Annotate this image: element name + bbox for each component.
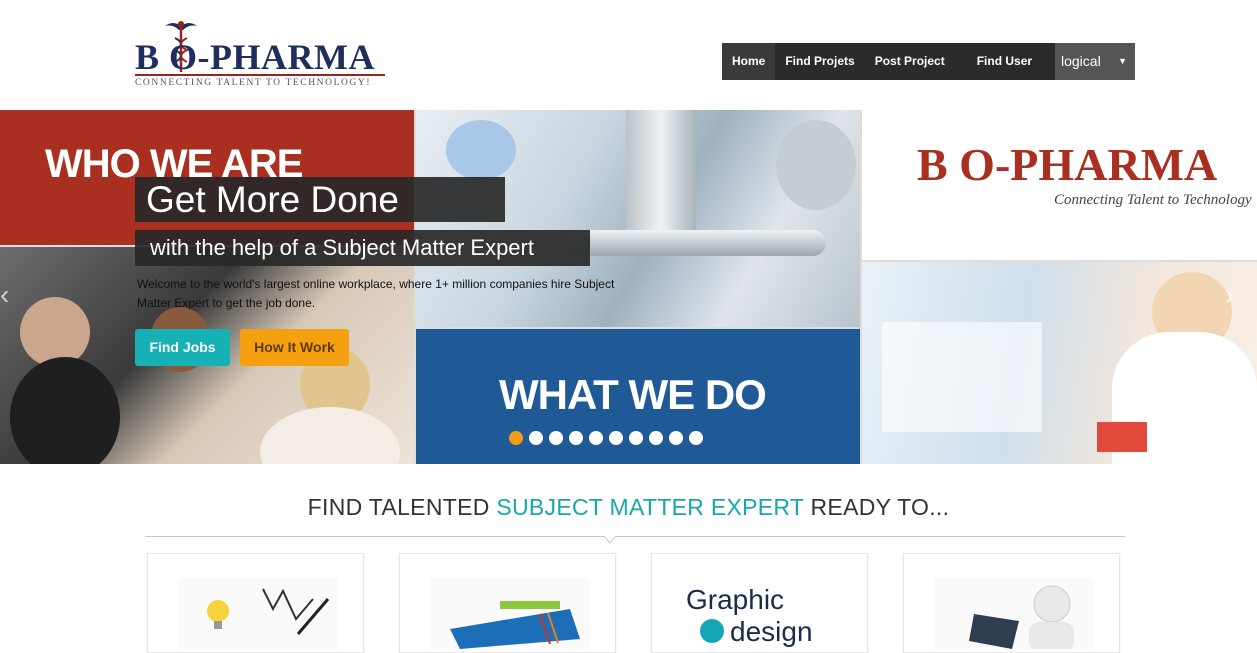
hero-headline: Get More Done [135,177,505,222]
slider-dot[interactable] [589,431,603,445]
slider-dot[interactable] [549,431,563,445]
svg-text:design: design [730,616,813,647]
user-menu[interactable]: logical ▼ [1055,43,1135,80]
slider-pagination [509,431,703,445]
idea-sketch-icon [178,579,338,649]
nav-find-projects[interactable]: Find Projets [775,43,864,80]
logo-tagline: CONNECTING TALENT TO TECHNOLOGY! [135,78,372,88]
section-title-accent: SUBJECT MATTER EXPERT [496,494,804,520]
user-menu-label: logical [1061,53,1101,69]
bio-pharma-banner: B O-PHARMA Connecting Talent to Technolo… [862,110,1257,260]
slider-dot[interactable] [529,431,543,445]
books-tablet-icon [430,579,590,649]
section-title-post: READY TO... [803,494,950,520]
site-logo[interactable]: B O-PHARMA CONNECTING TALENT TO TECHNOLO… [135,18,390,93]
laptop-person-icon [934,579,1094,649]
how-it-works-button[interactable]: How It Work [240,329,349,366]
what-we-do-text: WHAT WE DO [499,371,767,418]
slider-dot[interactable] [569,431,583,445]
svg-text:Graphic: Graphic [686,584,784,615]
section-title-pre: FIND TALENTED [307,494,497,520]
nav-post-project[interactable]: Post Project [865,43,955,80]
find-jobs-button[interactable]: Find Jobs [135,329,230,366]
category-card[interactable] [903,553,1120,653]
logo-wordmark: B O-PHARMA [135,37,375,77]
slider-next-arrow[interactable]: › [1225,280,1247,310]
section-divider [145,536,1125,537]
scientist-photo [862,262,1257,464]
caret-down-icon: ▼ [1118,56,1127,66]
hero-slider: WHO WE ARE WHAT WE DO B O-PHARMA Connect… [0,110,1257,464]
slider-dot[interactable] [609,431,623,445]
slider-dot[interactable] [689,431,703,445]
category-card[interactable] [399,553,616,653]
nav-find-user[interactable]: Find User [955,43,1042,80]
nav-home[interactable]: Home [722,43,776,80]
category-card[interactable]: Graphic design [651,553,868,653]
slider-dot[interactable] [629,431,643,445]
slider-dot[interactable] [509,431,523,445]
graphic-design-icon: Graphic design [682,579,842,649]
hero-subheadline: with the help of a Subject Matter Expert [135,230,590,266]
slider-dot[interactable] [669,431,683,445]
section-title: FIND TALENTED SUBJECT MATTER EXPERT READ… [0,494,1257,521]
logo-divider [135,74,385,76]
slider-prev-arrow[interactable]: ‹ [0,280,22,310]
slider-dot[interactable] [649,431,663,445]
main-nav: Home Find Projets Post Project Find User… [722,43,1135,80]
category-card[interactable] [147,553,364,653]
banner-tagline: Connecting Talent to Technology [1054,192,1252,208]
hero-description: Welcome to the world's largest online wo… [137,277,615,310]
banner-wordmark: B O-PHARMA [917,139,1218,190]
divider-notch-icon [604,536,616,544]
